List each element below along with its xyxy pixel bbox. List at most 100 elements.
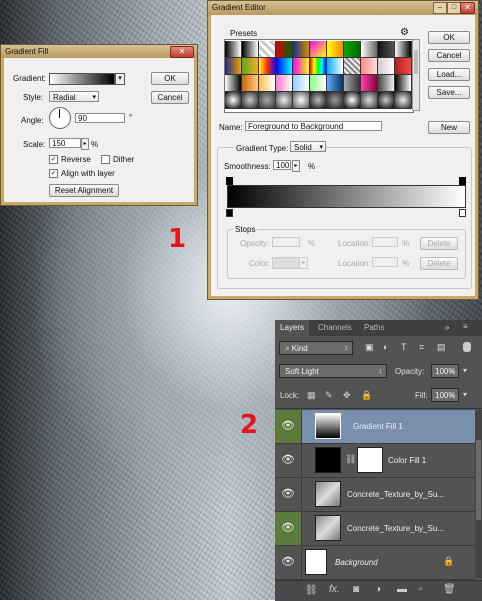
- opacity-arrow-icon[interactable]: ▾: [463, 366, 467, 375]
- presets-scrollbar[interactable]: [412, 39, 420, 111]
- angle-dial[interactable]: [49, 107, 71, 129]
- tab-paths[interactable]: Paths: [359, 320, 389, 336]
- style-select[interactable]: Radial: [49, 91, 99, 103]
- filter-pixel-icon[interactable]: ▣: [365, 342, 374, 353]
- gradient-preset-swatch[interactable]: [344, 75, 361, 92]
- gradient-name-input[interactable]: Foreground to Background: [245, 121, 382, 131]
- gradient-preset-swatch[interactable]: [293, 41, 310, 58]
- link-layers-icon[interactable]: ⛓: [305, 585, 318, 596]
- filter-adjustment-icon[interactable]: ◐: [383, 342, 388, 352]
- lock-pixels-icon[interactable]: ✎: [325, 390, 333, 401]
- filter-type-icon[interactable]: T: [401, 342, 407, 352]
- gradient-preset-swatch[interactable]: [378, 41, 395, 58]
- gradient-preset-swatch[interactable]: [327, 58, 344, 75]
- opacity-stop-right[interactable]: [459, 177, 466, 185]
- delete-layer-icon[interactable]: 🗑: [443, 584, 456, 595]
- lock-position-icon[interactable]: ✥: [343, 390, 351, 401]
- gradient-preview-swatch[interactable]: [49, 73, 115, 85]
- tab-layers[interactable]: Layers: [275, 320, 310, 336]
- smoothness-input[interactable]: 100: [273, 160, 291, 170]
- minimize-icon[interactable]: –: [433, 2, 447, 14]
- gradient-type-select[interactable]: Solid: [290, 141, 326, 153]
- ok-button[interactable]: OK: [151, 72, 189, 85]
- visibility-eye-icon[interactable]: 👁: [275, 444, 302, 477]
- filter-shape-icon[interactable]: ⌗: [419, 342, 424, 353]
- layer-name[interactable]: Gradient Fill 1: [353, 410, 403, 443]
- fill-arrow-icon[interactable]: ▾: [463, 390, 467, 399]
- tab-channels[interactable]: Channels: [313, 320, 357, 336]
- opacity-stop-left[interactable]: [226, 177, 233, 185]
- adjustment-layer-icon[interactable]: ◑: [375, 584, 381, 595]
- stop-color-swatch[interactable]: [272, 257, 300, 269]
- cancel-button[interactable]: Cancel: [151, 91, 189, 104]
- panel-menu-icon[interactable]: ≡: [463, 322, 468, 331]
- scale-input[interactable]: 150: [49, 138, 81, 148]
- gradient-preset-swatch[interactable]: [361, 75, 378, 92]
- gradient-preset-swatch[interactable]: [344, 41, 361, 58]
- color-stop-left[interactable]: [226, 209, 233, 217]
- gradient-preset-swatch[interactable]: [395, 75, 412, 92]
- reverse-checkbox[interactable]: ✓: [49, 155, 58, 164]
- color-location-input[interactable]: [372, 257, 398, 267]
- gradient-editor-titlebar[interactable]: Gradient Editor – □ ✕: [208, 1, 478, 15]
- save-button[interactable]: Save...: [428, 86, 470, 99]
- layer-row-concrete-1[interactable]: 👁 Concrete_Texture_by_Su...: [275, 478, 475, 512]
- lock-transparent-icon[interactable]: ▦: [307, 390, 316, 401]
- gradient-preset-swatch[interactable]: [242, 58, 259, 75]
- stop-opacity-input[interactable]: [272, 237, 300, 247]
- maximize-icon[interactable]: □: [447, 2, 461, 14]
- gradient-preset-swatch[interactable]: [395, 41, 412, 58]
- align-with-layer-checkbox[interactable]: ✓: [49, 169, 58, 178]
- layer-row-color-fill[interactable]: 👁 ⛓ Color Fill 1: [275, 444, 475, 478]
- close-icon[interactable]: ✕: [170, 46, 194, 58]
- gradient-fill-titlebar[interactable]: Gradient Fill ✕: [1, 45, 197, 58]
- gradient-preset-swatch[interactable]: [225, 75, 242, 92]
- visibility-eye-icon[interactable]: 👁: [275, 512, 302, 545]
- gradient-bar[interactable]: [227, 185, 466, 208]
- gradient-preset-swatch[interactable]: [242, 75, 259, 92]
- gradient-preset-swatch[interactable]: [310, 41, 327, 58]
- layer-row-concrete-2[interactable]: 👁 Concrete_Texture_by_Su...: [275, 512, 475, 546]
- gradient-preset-swatch[interactable]: [276, 58, 293, 75]
- layer-row-gradient-fill[interactable]: 👁 Gradient Fill 1: [275, 410, 475, 444]
- gradient-preset-swatch[interactable]: [276, 92, 293, 109]
- gradient-preset-swatch[interactable]: [327, 75, 344, 92]
- visibility-eye-icon[interactable]: 👁: [275, 410, 302, 443]
- gradient-preset-swatch[interactable]: [293, 58, 310, 75]
- new-layer-icon[interactable]: ▫: [419, 584, 423, 595]
- filter-smart-object-icon[interactable]: ▤: [437, 342, 446, 353]
- visibility-eye-icon[interactable]: 👁: [275, 478, 302, 511]
- close-icon[interactable]: ✕: [460, 2, 475, 14]
- gradient-preset-swatch[interactable]: [293, 75, 310, 92]
- opacity-location-input[interactable]: [372, 237, 398, 247]
- delete-opacity-stop-button[interactable]: Delete: [420, 237, 458, 250]
- lock-all-icon[interactable]: 🔒: [361, 390, 372, 401]
- color-stop-right[interactable]: [459, 209, 466, 217]
- gradient-preset-swatch[interactable]: [259, 75, 276, 92]
- gradient-preset-swatch[interactable]: [293, 92, 310, 109]
- gradient-preset-swatch[interactable]: [395, 58, 412, 75]
- gradient-preset-swatch[interactable]: [327, 92, 344, 109]
- filter-kind-select[interactable]: ⌕ Kind: [279, 341, 353, 356]
- gradient-preset-swatch[interactable]: [225, 92, 242, 109]
- gradient-preset-swatch[interactable]: [344, 58, 361, 75]
- add-mask-icon[interactable]: ◙: [353, 584, 359, 595]
- layer-name[interactable]: Background: [335, 546, 378, 579]
- gradient-preset-swatch[interactable]: [259, 92, 276, 109]
- layer-row-background[interactable]: 👁 Background 🔒: [275, 546, 475, 580]
- dither-checkbox[interactable]: [101, 155, 110, 164]
- gradient-preset-swatch[interactable]: [242, 92, 259, 109]
- mask-link-icon[interactable]: ⛓: [345, 454, 356, 465]
- presets-scrollbar-thumb[interactable]: [414, 50, 418, 74]
- delete-color-stop-button[interactable]: Delete: [420, 257, 458, 270]
- angle-input[interactable]: 90: [75, 113, 125, 123]
- gradient-preset-swatch[interactable]: [310, 75, 327, 92]
- gradient-preset-swatch[interactable]: [395, 92, 412, 109]
- gradient-preset-swatch[interactable]: [310, 58, 327, 75]
- load-button[interactable]: Load...: [428, 68, 470, 81]
- gradient-preset-swatch[interactable]: [225, 58, 242, 75]
- gradient-preset-swatch[interactable]: [378, 92, 395, 109]
- gradient-preset-swatch[interactable]: [259, 41, 276, 58]
- gradient-preset-swatch[interactable]: [344, 92, 361, 109]
- layer-name[interactable]: Concrete_Texture_by_Su...: [347, 478, 444, 511]
